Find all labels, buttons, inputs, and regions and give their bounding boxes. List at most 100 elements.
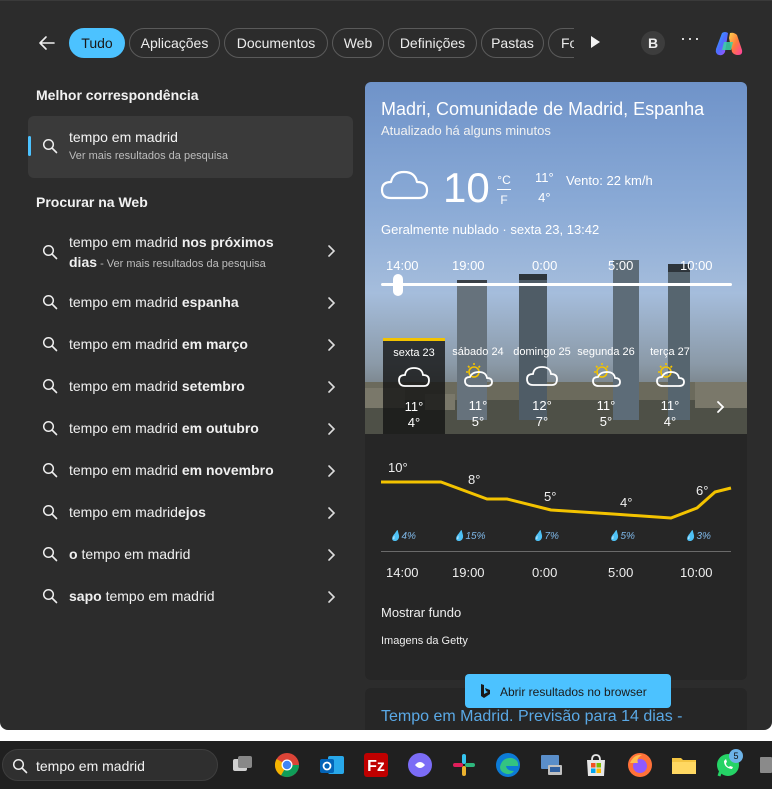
suggestion-text: tempo em madrid em março [69, 336, 248, 352]
unit-fahrenheit[interactable]: F [497, 190, 511, 210]
suggestion-text: tempo em madrid setembro [69, 378, 245, 394]
edge-icon[interactable] [494, 751, 522, 779]
raindrop-icon: 💧 [608, 531, 621, 542]
precipitation-item: 💧15% [453, 531, 486, 542]
slack-icon[interactable] [450, 751, 478, 779]
forecast-day[interactable]: domingo 25 12° 7° [511, 340, 573, 432]
forecast-day[interactable]: segunda 26 11° 5° [575, 340, 637, 432]
web-suggestion-item[interactable]: tempo em madrid em março [36, 334, 346, 356]
graph-temp-label: 5° [544, 489, 557, 504]
taskbar-search-box[interactable]: tempo em madrid [2, 749, 218, 781]
graph-temp-label: 6° [696, 483, 709, 498]
forecast-day[interactable]: terça 27 11° 4° [639, 340, 701, 432]
microsoft-store-icon[interactable] [582, 751, 610, 779]
graph-temp-label: 8° [468, 472, 481, 487]
forecast-low: 4° [663, 414, 677, 429]
selection-indicator [28, 136, 31, 156]
tab-pastas[interactable]: Pastas [481, 28, 544, 58]
raindrop-icon: 💧 [532, 531, 545, 542]
chevron-right-icon [328, 423, 336, 435]
filezilla-icon[interactable]: Fz [362, 751, 390, 779]
chevron-right-icon [328, 297, 336, 309]
web-suggestion-item[interactable]: tempo em madrid espanha [36, 292, 346, 314]
more-tabs-arrow-icon[interactable] [588, 34, 602, 50]
partly-sunny-icon [592, 363, 621, 387]
web-suggestion-item[interactable]: o tempo em madrid [36, 544, 346, 566]
forecast-high: 11° [404, 399, 424, 414]
copilot-icon[interactable] [713, 30, 745, 58]
web-suggestion-item[interactable]: tempo em madrid setembro [36, 376, 346, 398]
show-background-toggle[interactable]: Mostrar fundo [381, 605, 461, 620]
back-arrow-icon[interactable] [36, 32, 58, 54]
forecast-day-name: segunda 26 [577, 346, 635, 358]
web-suggestion-item[interactable]: tempo em madrid nos próximos dias - Ver m… [36, 232, 346, 272]
search-icon [42, 462, 58, 478]
overflow-app-icon[interactable] [758, 751, 772, 779]
web-suggestion-item[interactable]: tempo em madrid em novembro [36, 460, 346, 482]
tab-web[interactable]: Web [332, 28, 384, 58]
chevron-right-icon [328, 549, 336, 561]
next-result-title[interactable]: Tempo em Madrid. Previsão para 14 dias - [381, 708, 682, 726]
chevron-right-icon [328, 245, 336, 257]
tab-documentos[interactable]: Documentos [224, 28, 328, 58]
best-match-subtitle: Ver mais resultados da pesquisa [69, 150, 228, 162]
bing-icon [481, 684, 490, 698]
hour-label: 19:00 [452, 258, 485, 273]
forecast-day-name: sexta 23 [393, 347, 435, 359]
search-icon [42, 504, 58, 520]
network-app-icon[interactable] [538, 751, 566, 779]
account-button[interactable]: B [641, 31, 665, 55]
taskbar: tempo em madrid Fz 5 [0, 741, 772, 789]
search-icon [42, 138, 58, 154]
partly-sunny-icon [464, 363, 493, 387]
best-match-result[interactable]: tempo em madrid Ver mais resultados da p… [28, 116, 353, 178]
forecast-day[interactable]: sábado 24 11° 5° [447, 340, 509, 432]
web-section-heading: Procurar na Web [36, 194, 148, 210]
open-in-browser-button[interactable]: Abrir resultados no browser [465, 674, 671, 708]
whatsapp-notification-badge: 5 [729, 749, 743, 763]
unit-celsius[interactable]: °C [497, 170, 511, 190]
weather-card[interactable]: Madri, Comunidade de Madrid, Espanha Atu… [365, 82, 747, 680]
chrome-icon[interactable] [273, 751, 301, 779]
forecast-day-name: terça 27 [650, 346, 690, 358]
messaging-app-icon[interactable] [406, 751, 434, 779]
suggestion-text: tempo em madrid em novembro [69, 462, 274, 478]
web-suggestion-item[interactable]: tempo em madridejos [36, 502, 346, 524]
task-view-icon[interactable] [229, 751, 257, 779]
tab-definicoes[interactable]: Definições [388, 28, 477, 58]
tab-fotos[interactable]: Fo [548, 28, 574, 58]
search-icon [42, 588, 58, 604]
cloud-icon [526, 366, 558, 386]
hour-label: 5:00 [608, 258, 634, 273]
weather-updated: Atualizado há alguns minutos [381, 123, 551, 138]
top-border [0, 0, 772, 1]
outlook-icon[interactable] [318, 751, 346, 779]
temperature-unit-toggle[interactable]: °C F [497, 170, 511, 210]
more-options-button[interactable]: ··· [680, 28, 701, 49]
search-icon [42, 336, 58, 352]
hourly-temperature-graph [381, 480, 732, 520]
open-in-browser-label: Abrir resultados no browser [500, 685, 647, 699]
forecast-high: 11° [468, 398, 488, 413]
chevron-right-icon[interactable] [715, 400, 725, 414]
image-credit-link[interactable]: Imagens da Getty [381, 635, 468, 647]
graph-time-label: 5:00 [608, 565, 634, 580]
firefox-icon[interactable] [626, 751, 654, 779]
graph-axis [381, 551, 731, 552]
forecast-day[interactable]: sexta 23 11° 4° [383, 338, 445, 434]
unit-divider [497, 189, 511, 190]
wind-speed: Vento: 22 km/h [566, 173, 653, 188]
suggestion-text: tempo em madrid em outubro [69, 420, 259, 436]
web-suggestion-item[interactable]: tempo em madrid em outubro [36, 418, 346, 440]
weather-condition: Geralmente nublado · sexta 23, 13:42 [381, 222, 600, 237]
hour-label: 0:00 [532, 258, 558, 273]
tab-tudo[interactable]: Tudo [69, 28, 125, 58]
web-suggestion-item[interactable]: sapo tempo em madrid [36, 586, 346, 608]
graph-time-label: 19:00 [452, 565, 485, 580]
low-temperature: 4° [538, 190, 551, 205]
tab-aplicacoes[interactable]: Aplicações [129, 28, 220, 58]
file-explorer-icon[interactable] [670, 751, 698, 779]
suggestion-text: tempo em madrid espanha [69, 294, 239, 310]
time-slider-track[interactable] [381, 283, 732, 286]
time-slider-thumb[interactable] [393, 274, 403, 296]
